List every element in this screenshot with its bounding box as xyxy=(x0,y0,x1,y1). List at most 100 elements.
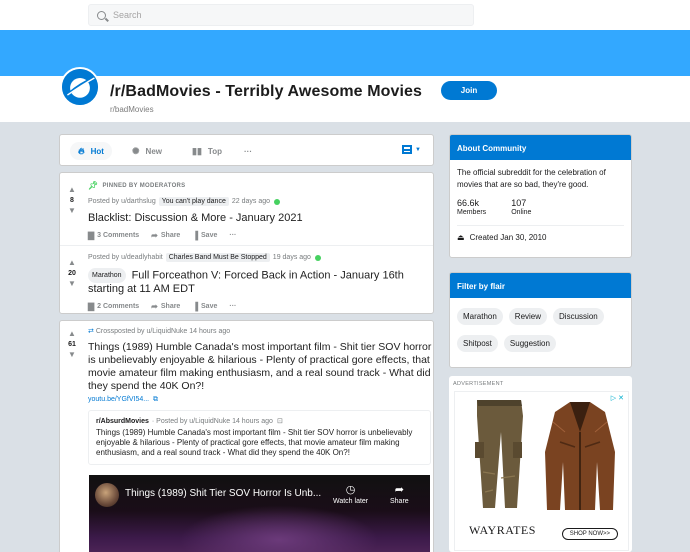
bookmark-icon: ▐ xyxy=(192,302,199,311)
subreddit-banner xyxy=(0,30,690,76)
flair-chip-discussion[interactable]: Discussion xyxy=(553,308,604,325)
downvote-icon[interactable]: ▼ xyxy=(68,350,76,360)
online-stat: 107 Online xyxy=(511,198,532,216)
community-description: The official subreddit for the celebrati… xyxy=(457,168,606,189)
award-icon: ⊡ xyxy=(276,418,283,425)
flame-icon: 🔥︎ xyxy=(78,145,85,156)
flair-chip-marathon[interactable]: Marathon xyxy=(457,308,503,325)
shop-now-button[interactable]: SHOP NOW>> xyxy=(561,528,618,540)
more-options-button[interactable]: ··· xyxy=(229,303,236,310)
post-title[interactable]: Blacklist: Discussion & More - January 2… xyxy=(88,212,428,225)
post-score: 61 xyxy=(68,341,76,348)
crosspost-card[interactable]: ▲ 61 ▼ ⇄ Crossposted by u/LiquidNuke 14 … xyxy=(59,320,434,552)
embed-meta: r/AbsurdMovies · Posted by u/LiquidNuke … xyxy=(96,417,283,426)
community-stats: 66.6k Members 107 Online xyxy=(450,191,631,216)
upvote-icon[interactable]: ▲ xyxy=(68,258,76,268)
chevron-down-icon: ▼ xyxy=(415,146,421,153)
video-player[interactable]: Things (1989) Shit Tier SOV Horror Is Un… xyxy=(89,475,430,552)
ad-creative[interactable]: ▷ ✕ WAYRATES SHOP NOW>> xyxy=(454,391,629,551)
share-button[interactable]: ➦ Share xyxy=(151,231,180,240)
user-flair: You can't play dance xyxy=(158,197,229,206)
external-link[interactable]: youtu.be/YGfVI54... ⧉ xyxy=(88,396,433,404)
about-community: About Community The official subreddit f… xyxy=(449,134,632,258)
original-post-embed[interactable]: r/AbsurdMovies · Posted by u/LiquidNuke … xyxy=(88,410,431,465)
video-frame xyxy=(179,505,379,552)
channel-avatar[interactable] xyxy=(95,483,119,507)
ad-choices-icon[interactable]: ▷ ✕ xyxy=(611,394,624,402)
join-button[interactable]: Join xyxy=(441,81,497,100)
vote-column: ▲ 20 ▼ xyxy=(60,246,84,289)
share-icon: ➦ xyxy=(151,302,158,311)
embed-title[interactable]: Things (1989) Humble Canada's most impor… xyxy=(96,428,423,458)
ad-product-image xyxy=(475,400,615,510)
layout-selector[interactable]: ▼ xyxy=(402,145,421,154)
post-title[interactable]: Marathon Full Forceathon V: Forced Back i… xyxy=(88,268,428,296)
members-stat: 66.6k Members xyxy=(457,198,487,216)
ad-brand-logo: WAYRATES xyxy=(469,523,536,537)
sort-new[interactable]: ✺ New xyxy=(132,142,162,160)
subreddit-name: r/badMovies xyxy=(110,105,154,114)
post-flair[interactable]: Marathon xyxy=(88,268,126,283)
sort-more-button[interactable]: ··· xyxy=(244,142,252,160)
comment-icon: ▇ xyxy=(88,231,95,240)
external-link-icon: ⧉ xyxy=(151,396,158,403)
flair-chip-shitpost[interactable]: Shitpost xyxy=(457,335,498,352)
bookmark-icon: ▐ xyxy=(192,231,199,240)
ad-label: ADVERTISEMENT xyxy=(453,381,504,387)
search-icon xyxy=(97,10,106,20)
bar-chart-icon: ▮▮ xyxy=(192,145,202,156)
crosspost-meta: ⇄ Crossposted by u/LiquidNuke 14 hours a… xyxy=(88,327,231,336)
user-flair: Charles Band Must Be Stopped xyxy=(165,253,270,262)
post-score: 8 xyxy=(70,197,74,204)
video-share-button[interactable]: ➦ Share xyxy=(390,483,409,505)
more-options-button[interactable]: ··· xyxy=(229,232,236,239)
video-title[interactable]: Things (1989) Shit Tier SOV Horror Is Un… xyxy=(125,488,321,499)
subreddit-link[interactable]: r/AbsurdMovies xyxy=(96,418,149,425)
pin-icon: 📌︎ xyxy=(88,181,99,190)
watch-later-button[interactable]: ◷ Watch later xyxy=(333,483,368,505)
clock-icon: ◷ xyxy=(345,484,356,496)
post-meta: Posted by u/deadlyhabit Charles Band Mus… xyxy=(88,253,428,262)
vote-column: ▲ 61 ▼ xyxy=(60,321,84,360)
upvote-icon[interactable]: ▲ xyxy=(68,185,76,195)
post-title[interactable]: Things (1989) Humble Canada's most impor… xyxy=(88,341,433,393)
save-button[interactable]: ▐ Save xyxy=(192,302,217,311)
post-score: 20 xyxy=(68,270,76,277)
sort-hot[interactable]: 🔥︎ Hot xyxy=(70,142,112,160)
pinned-post[interactable]: ▲ 20 ▼ Posted by u/deadlyhabit Charles B… xyxy=(60,246,433,313)
comments-button[interactable]: ▇ 3 Comments xyxy=(88,231,139,240)
upvote-icon[interactable]: ▲ xyxy=(68,329,76,339)
flair-chip-list: Marathon Review Discussion Shitpost Sugg… xyxy=(450,298,631,362)
share-button[interactable]: ➦ Share xyxy=(151,302,180,311)
post-actions: ▇ 2 Comments ➦ Share ▐ Save ··· xyxy=(88,302,428,311)
save-button[interactable]: ▐ Save xyxy=(192,231,217,240)
flair-chip-suggestion[interactable]: Suggestion xyxy=(503,335,556,352)
share-icon: ➦ xyxy=(151,231,158,240)
search-input[interactable]: Search xyxy=(88,4,474,26)
comment-icon: ▇ xyxy=(88,302,95,311)
share-arrow-icon: ➦ xyxy=(394,484,404,496)
mod-shield-icon xyxy=(314,254,321,261)
page-title: /r/BadMovies - Terribly Awesome Movies xyxy=(110,83,423,100)
flair-chip-review[interactable]: Review xyxy=(508,308,548,325)
top-bar: Search xyxy=(0,0,690,30)
pinned-post[interactable]: ▲ 8 ▼ 📌︎ PINNED BY MODERATORS Posted by … xyxy=(60,173,433,245)
sort-top[interactable]: ▮▮ Top xyxy=(192,142,222,160)
flair-heading: Filter by flair xyxy=(450,273,631,298)
post-meta: Posted by u/darthslug You can't play dan… xyxy=(88,197,428,206)
downvote-icon[interactable]: ▼ xyxy=(68,206,76,216)
cake-icon: ⏏ xyxy=(457,233,465,242)
vote-column: ▲ 8 ▼ xyxy=(60,173,84,216)
comments-button[interactable]: ▇ 2 Comments xyxy=(88,302,139,311)
pinned-label: 📌︎ PINNED BY MODERATORS xyxy=(88,181,186,190)
downvote-icon[interactable]: ▼ xyxy=(68,279,76,289)
planet-icon xyxy=(60,67,100,107)
sparkle-icon: ✺ xyxy=(132,145,140,156)
card-layout-icon xyxy=(402,145,413,154)
post-actions: ▇ 3 Comments ➦ Share ▐ Save ··· xyxy=(88,231,428,240)
filter-by-flair: Filter by flair Marathon Review Discussi… xyxy=(449,272,632,368)
created-date: ⏏ Created Jan 30, 2010 xyxy=(457,233,547,242)
subreddit-header: /r/BadMovies - Terribly Awesome Movies r… xyxy=(0,67,690,122)
about-heading: About Community xyxy=(450,135,631,160)
pinned-posts: ▲ 8 ▼ 📌︎ PINNED BY MODERATORS Posted by … xyxy=(59,172,434,314)
